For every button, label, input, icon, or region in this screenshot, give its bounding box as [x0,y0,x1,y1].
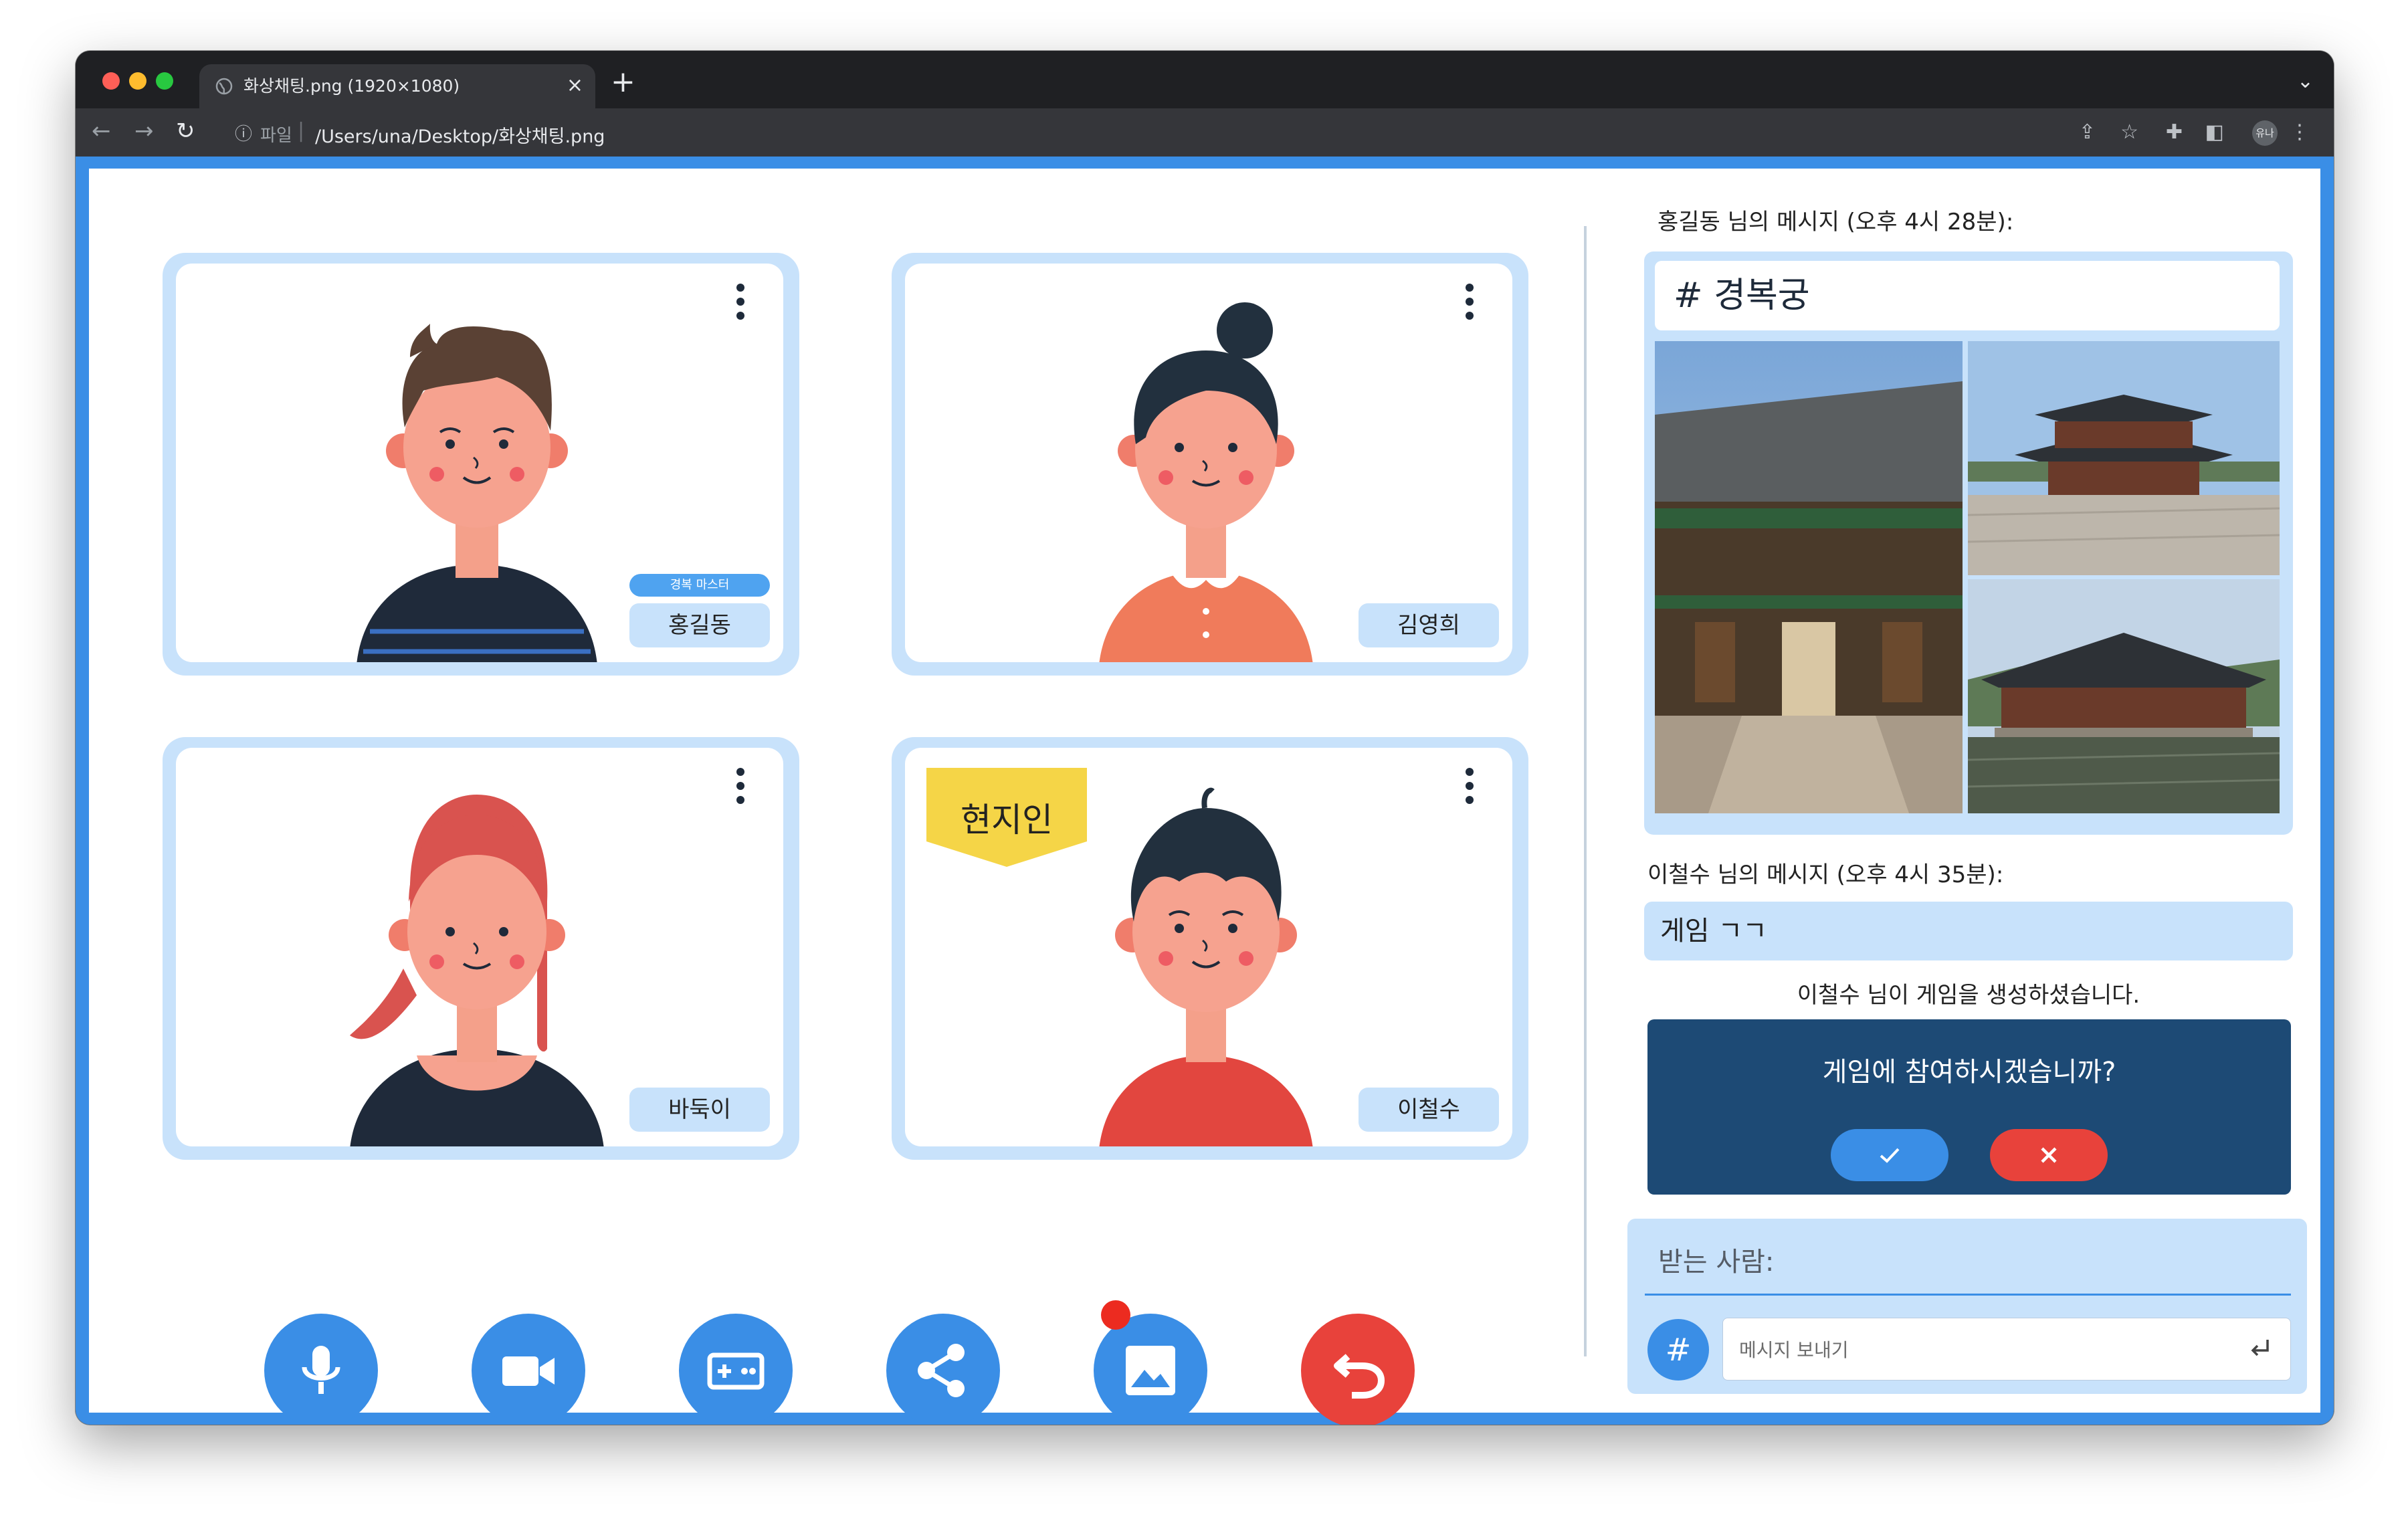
share-page-icon[interactable]: ⇪ [2079,119,2096,146]
system-message: 이철수 님이 게임을 생성하셨습니다. [1797,982,2140,1009]
participant-tile: 현지인 이철수 [892,737,1528,1160]
participant-tile: 경복 마스터 홍길동 [163,253,799,676]
avatar-woman-bun-illustration [1099,302,1313,662]
image-button[interactable] [1094,1314,1207,1425]
hashtag-button[interactable]: # [1647,1319,1709,1381]
tab-strip: 화상채팅.png (1920×1080) × + ⌄ [76,51,2334,108]
image-message-card[interactable]: # 경복궁 [1644,251,2293,835]
message-input[interactable] [1738,1318,2249,1381]
game-button[interactable] [679,1314,793,1425]
game-invite-question: 게임에 참여하시겠습니까? [1822,1057,2116,1088]
participant-video: 경복 마스터 홍길동 [176,264,783,662]
url-text[interactable]: /Users/una/Desktop/화상채팅.png [315,122,605,148]
avatar-boy-illustration [1099,787,1313,1146]
video-chat-page: 경복 마스터 홍길동 김영희 바둑이 현지인 이철수 홍길동 님의 메시지 (오… [89,169,2320,1425]
palace-photo-2[interactable] [1968,341,2280,575]
more-options-icon[interactable] [734,768,747,811]
accept-button[interactable] [1831,1129,1948,1181]
message-header: 홍길동 님의 메시지 (오후 4시 28분): [1658,209,2014,235]
leave-button[interactable] [1301,1314,1415,1425]
participant-name: 바둑이 [629,1088,770,1132]
avatar-woman-red-hair-illustration [350,795,604,1146]
zoom-window-button[interactable] [156,72,173,90]
microphone-icon [302,1346,340,1394]
address-bar[interactable]: ⓘ 파일 | /Users/una/Desktop/화상채팅.png [221,115,2094,151]
new-tab-button[interactable]: + [611,66,635,99]
page-viewport: 경복 마스터 홍길동 김영희 바둑이 현지인 이철수 홍길동 님의 메시지 (오… [76,157,2334,1425]
browser-window: 화상채팅.png (1920×1080) × + ⌄ ← → ↻ ⓘ 파일 | … [76,51,2334,1425]
local-resident-tag: 현지인 [926,768,1087,867]
profile-avatar[interactable]: 유나 [2252,120,2278,146]
globe-icon [215,78,233,95]
enter-icon[interactable] [2245,1333,2274,1362]
participant-title-badge: 경복 마스터 [629,574,770,597]
message-input-box [1722,1318,2291,1381]
microphone-button[interactable] [264,1314,378,1425]
check-icon [1880,1148,1900,1163]
minimize-window-button[interactable] [129,72,146,90]
local-resident-tag-label: 현지인 [961,801,1053,839]
participant-name: 이철수 [1359,1088,1499,1132]
participant-video: 김영희 [905,264,1512,662]
participant-video: 현지인 이철수 [905,748,1512,1146]
camera-button[interactable] [472,1314,585,1425]
browser-tab[interactable]: 화상채팅.png (1920×1080) × [199,64,595,108]
text-message: 게임 ㄱㄱ [1644,902,2293,960]
decline-button[interactable] [1990,1129,2108,1181]
forward-arrow-icon[interactable]: → [134,118,154,144]
extensions-icon[interactable]: ✚ [2166,119,2183,146]
chevron-down-icon[interactable]: ⌄ [2297,70,2314,93]
video-camera-icon [502,1356,555,1386]
hashtag-label: # 경복궁 [1655,261,2280,330]
browser-menu-icon[interactable]: ⋮ [2290,119,2310,146]
undo-icon [1334,1354,1385,1399]
info-icon[interactable]: ⓘ [235,120,252,145]
side-panel-icon[interactable]: ◧ [2205,119,2224,146]
share-icon [918,1344,965,1397]
close-window-button[interactable] [102,72,120,90]
palace-photo-3[interactable] [1968,579,2280,813]
reload-icon[interactable]: ↻ [176,118,195,144]
share-button[interactable] [886,1314,1000,1425]
tab-close-icon[interactable]: × [567,72,583,99]
x-icon [2041,1147,2057,1163]
avatar-man-illustration [357,324,597,662]
palace-photo-1[interactable] [1655,341,1963,813]
participant-name: 홍길동 [629,603,770,647]
participant-tile: 바둑이 [163,737,799,1160]
participant-video: 바둑이 [176,748,783,1146]
message-composer: 받는 사람: # [1627,1219,2307,1394]
more-options-icon[interactable] [1463,768,1476,811]
composer-divider [1645,1294,2291,1296]
message-header: 이철수 님의 메시지 (오후 4시 35분): [1647,861,2004,888]
more-options-icon[interactable] [1463,284,1476,326]
gamepad-icon [707,1352,765,1390]
participant-tile: 김영희 [892,253,1528,676]
image-icon [1126,1346,1175,1395]
tab-title: 화상채팅.png (1920×1080) [243,76,460,96]
url-separator: | [298,119,305,142]
image-notification-dot [1101,1300,1130,1330]
recipient-label[interactable]: 받는 사람: [1658,1240,1774,1279]
panel-divider [1584,226,1587,1356]
back-arrow-icon[interactable]: ← [92,118,111,144]
bookmark-star-icon[interactable]: ☆ [2120,119,2138,146]
browser-toolbar: ← → ↻ ⓘ 파일 | /Users/una/Desktop/화상채팅.png… [76,108,2334,157]
more-options-icon[interactable] [734,284,747,326]
game-invite-card: 게임에 참여하시겠습니까? [1647,1019,2291,1195]
url-scheme-label: 파일 [260,126,292,146]
participant-name: 김영희 [1359,603,1499,647]
